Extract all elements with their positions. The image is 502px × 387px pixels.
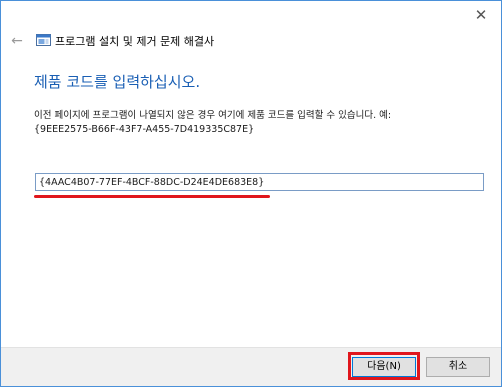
header-title: 프로그램 설치 및 제거 문제 해결사	[55, 35, 215, 48]
close-icon[interactable]: ✕	[471, 5, 491, 25]
annotation-underline	[34, 195, 270, 198]
annotation-highlight-box	[348, 352, 420, 380]
cancel-button[interactable]: 취소	[426, 357, 490, 377]
header-row: ← 프로그램 설치 및 제거 문제 해결사	[1, 31, 501, 55]
example-product-code: {9EEE2575-B66F-43F7-A455-7D419335C87E}	[34, 124, 255, 135]
back-arrow-icon[interactable]: ←	[9, 33, 25, 49]
product-code-input[interactable]	[35, 173, 484, 191]
title-bar: ✕	[1, 1, 501, 31]
footer-bar: 다음(N) 취소	[1, 347, 501, 386]
troubleshooter-window: ✕ ← 프로그램 설치 및 제거 문제 해결사 제품 코드를 입력하십시오. 이…	[0, 0, 502, 387]
page-heading: 제품 코드를 입력하십시오.	[34, 73, 201, 91]
troubleshooter-app-icon	[36, 34, 51, 46]
instructions-line-1: 이전 페이지에 프로그램이 나열되지 않은 경우 여기에 제품 코드를 입력할 …	[34, 110, 392, 121]
instructions-text: 이전 페이지에 프로그램이 나열되지 않은 경우 여기에 제품 코드를 입력할 …	[34, 109, 474, 137]
